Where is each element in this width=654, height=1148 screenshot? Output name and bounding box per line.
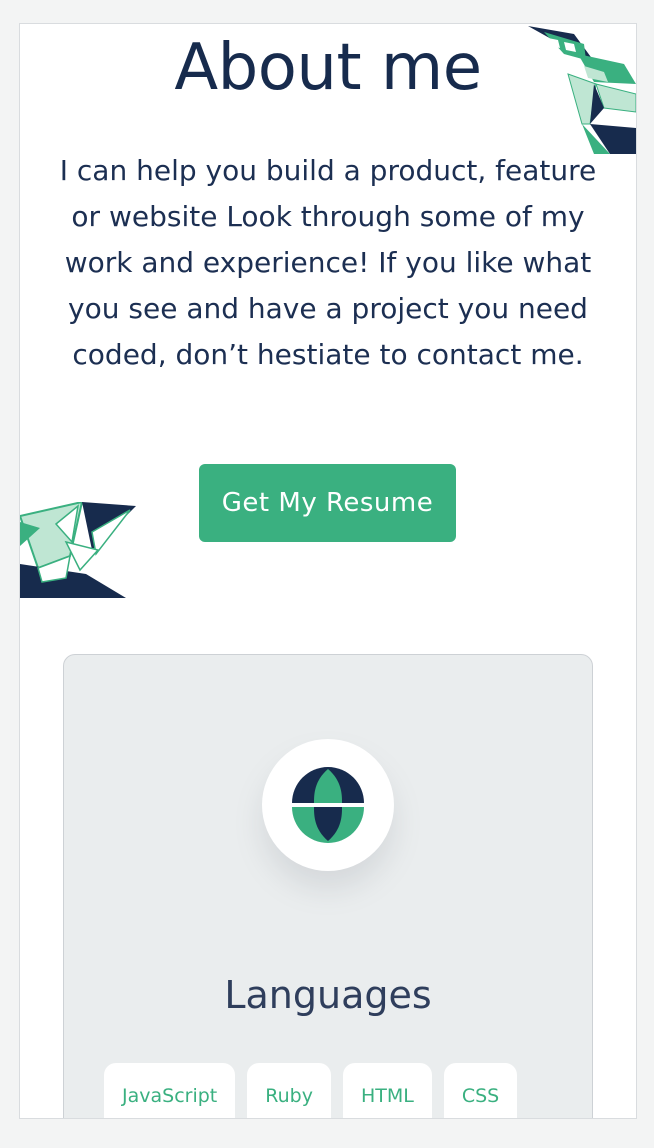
page-frame: About me I can help you build a product,…	[19, 23, 637, 1119]
tag-css: CSS	[443, 1063, 518, 1118]
card-title: Languages	[224, 973, 432, 1017]
get-resume-button[interactable]: Get My Resume	[199, 464, 456, 542]
language-tags: JavaScript Ruby HTML CSS	[104, 1063, 518, 1118]
globe-icon-badge	[262, 739, 394, 871]
origami-crane-left	[20, 502, 136, 598]
tag-html: HTML	[342, 1063, 432, 1118]
globe-icon	[290, 767, 366, 843]
page-title: About me	[174, 31, 482, 105]
tag-ruby: Ruby	[247, 1063, 331, 1118]
skills-card: Languages JavaScript Ruby HTML CSS	[63, 654, 593, 1118]
tag-javascript: JavaScript	[104, 1063, 236, 1118]
intro-text: I can help you build a product, feature …	[59, 154, 597, 371]
